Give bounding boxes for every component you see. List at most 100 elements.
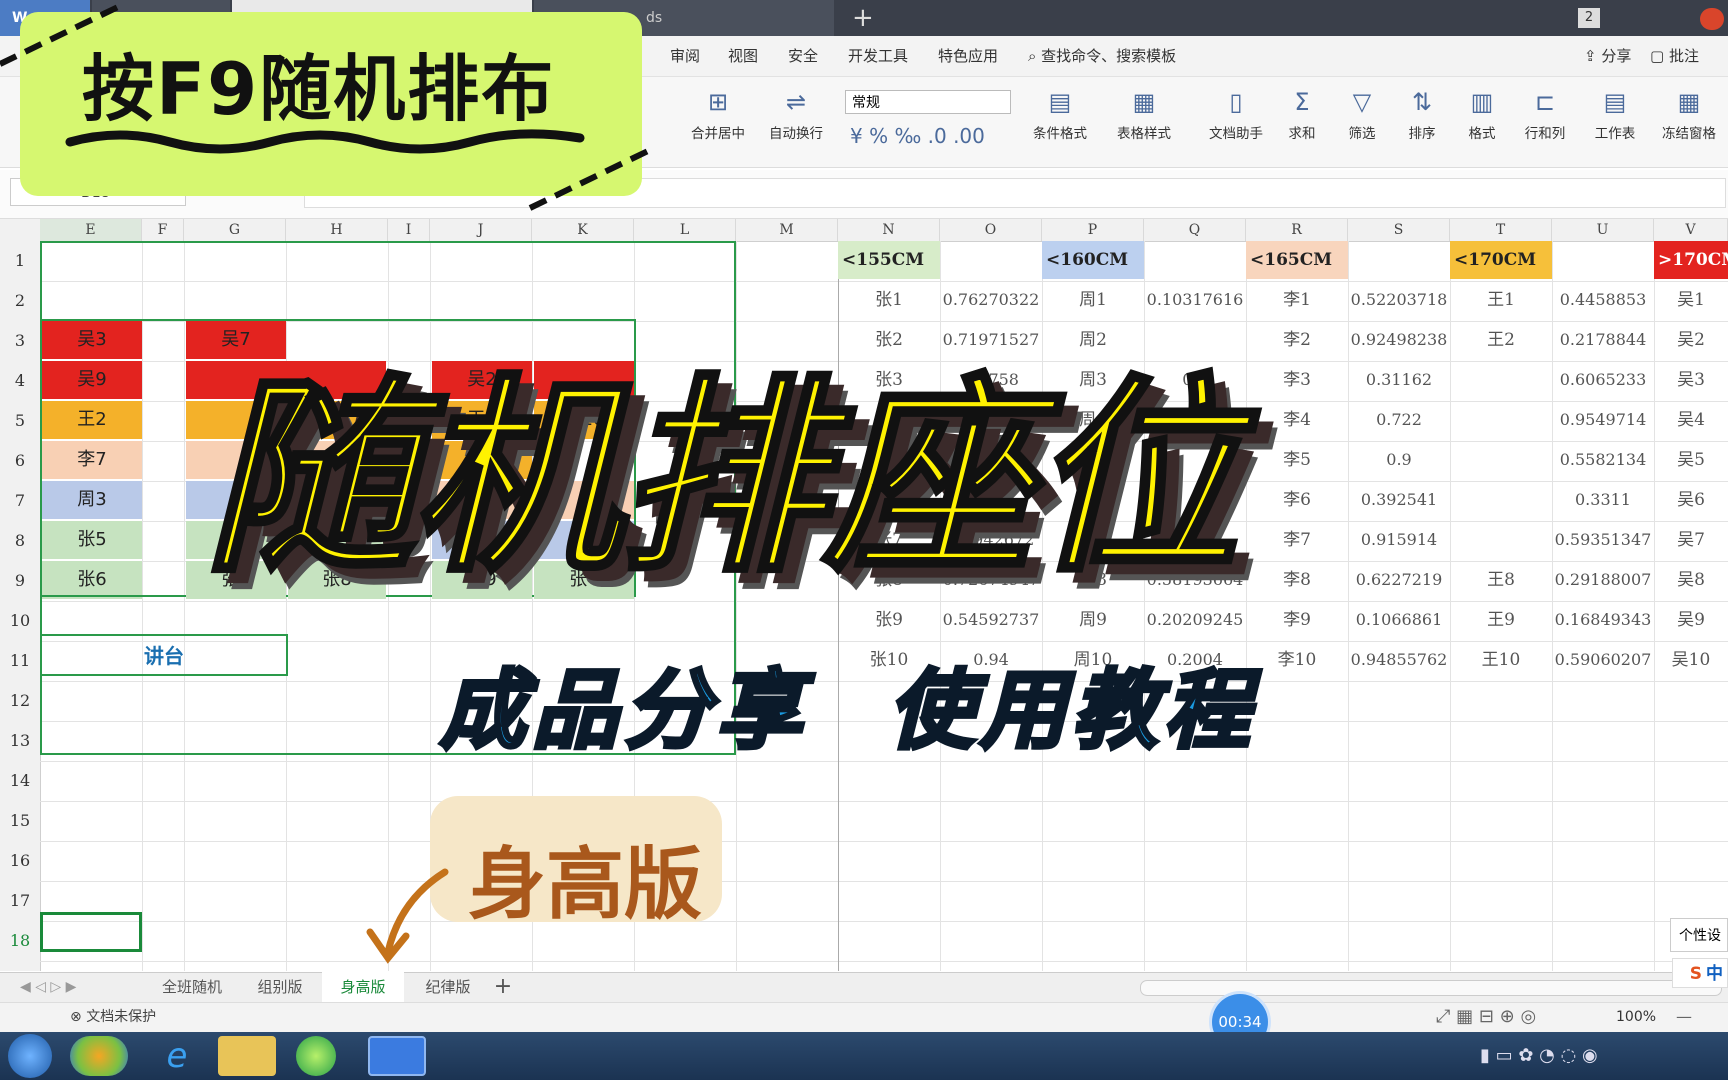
col-header-P[interactable]: P [1042,219,1144,241]
worksheet-button[interactable]: ▤ 工作表 [1580,88,1650,142]
table-cell[interactable]: 0.16849343 [1552,601,1654,639]
height-header[interactable]: <170CM [1450,241,1552,279]
zoom-level[interactable]: 100% [1616,1002,1656,1032]
col-header-L[interactable]: L [634,219,736,241]
table-cell[interactable]: 李5 [1246,441,1348,479]
table-cell[interactable]: 李2 [1246,321,1348,359]
row-header[interactable]: 12 [0,681,40,721]
col-header-F[interactable]: F [142,219,184,241]
table-cell[interactable]: 李4 [1246,401,1348,439]
currency-percent-icons[interactable]: ¥ % ‰ .0 .00 [850,124,985,148]
row-header[interactable]: 9 [0,561,40,601]
col-header-M[interactable]: M [736,219,838,241]
row-header[interactable]: 5 [0,401,40,441]
table-cell[interactable]: 吴3 [1654,361,1728,399]
seat-cell[interactable]: 李7 [42,441,142,479]
table-cell[interactable]: 李6 [1246,481,1348,519]
row-header[interactable]: 16 [0,841,40,881]
seat-cell[interactable]: 吴3 [42,321,142,359]
table-cell[interactable]: 吴7 [1654,521,1728,559]
protect-status[interactable]: ⊗ 文档未保护 [70,1002,156,1032]
table-cell[interactable]: 0.722 [1348,401,1450,439]
number-format-select[interactable]: 常规 [845,90,1011,114]
table-cell[interactable]: 0.59060207 [1552,641,1654,679]
table-cell[interactable]: 0.6065233 [1552,361,1654,399]
table-cell[interactable]: 吴10 [1654,641,1728,679]
selected-cell[interactable] [40,912,142,952]
row-header[interactable]: 8 [0,521,40,561]
row-header[interactable]: 14 [0,761,40,801]
doc-helper-button[interactable]: ▯ 文档助手 [1198,88,1274,142]
sum-button[interactable]: Σ 求和 [1272,88,1332,142]
table-cell[interactable]: 0.31162 [1348,361,1450,399]
tab-nav-arrows[interactable]: ◀ ◁ ▷ ▶ [20,972,76,1002]
row-header[interactable]: 11 [0,641,40,681]
col-header-R[interactable]: R [1246,219,1348,241]
zoom-out-icon[interactable]: — [1676,1002,1692,1032]
col-header-S[interactable]: S [1348,219,1450,241]
user-avatar[interactable] [1700,8,1724,30]
filter-button[interactable]: ▽ 筛选 [1332,88,1392,142]
table-cell[interactable]: 李3 [1246,361,1348,399]
table-cell[interactable]: 李10 [1246,641,1348,679]
table-cell[interactable]: 0.59351347 [1552,521,1654,559]
podium-cell[interactable]: 讲台 [40,634,288,676]
table-cell[interactable]: 0.29188007 [1552,561,1654,599]
table-cell[interactable]: 0.4458853 [1552,281,1654,319]
row-header[interactable]: 15 [0,801,40,841]
table-cell[interactable]: 0.6227219 [1348,561,1450,599]
table-cell[interactable]: 吴1 [1654,281,1728,319]
table-cell[interactable]: 李1 [1246,281,1348,319]
table-cell[interactable]: 0.3311 [1552,481,1654,519]
row-header-selected[interactable]: 18 [0,921,40,961]
col-header-E[interactable]: E [40,219,142,241]
row-header[interactable]: 2 [0,281,40,321]
seat-cell[interactable]: 张6 [42,561,142,599]
table-cell[interactable]: 王2 [1450,321,1552,359]
row-header[interactable]: 10 [0,601,40,641]
sheet-tab[interactable]: 组别版 [240,972,320,1002]
horizontal-scrollbar[interactable] [1140,980,1722,996]
col-header-U[interactable]: U [1552,219,1654,241]
table-cell[interactable]: 0.52203718 [1348,281,1450,319]
table-cell[interactable]: 李9 [1246,601,1348,639]
table-cell[interactable]: 李8 [1246,561,1348,599]
seat-cell[interactable]: 周3 [42,481,142,519]
wps-taskbar-icon[interactable] [368,1036,426,1076]
col-header-O[interactable]: O [940,219,1042,241]
row-header[interactable]: 4 [0,361,40,401]
col-header-K[interactable]: K [532,219,634,241]
folder-icon[interactable] [218,1036,276,1076]
col-header-T[interactable]: T [1450,219,1552,241]
row-header[interactable]: 13 [0,721,40,761]
table-cell[interactable]: 0.392541 [1348,481,1450,519]
col-header-Q[interactable]: Q [1144,219,1246,241]
table-cell[interactable]: 吴5 [1654,441,1728,479]
row-header[interactable]: 7 [0,481,40,521]
ie-icon[interactable]: e [148,1036,206,1076]
view-mode-icons[interactable]: ⤢ ▦ ⊟ ⊕ ◎ [1436,1002,1536,1032]
menu-security[interactable]: 安全 [788,36,818,76]
height-header[interactable]: <155CM [838,241,940,279]
table-cell[interactable]: 李7 [1246,521,1348,559]
table-cell[interactable]: 吴8 [1654,561,1728,599]
col-header-V[interactable]: V [1654,219,1728,241]
table-cell[interactable]: 0.9 [1348,441,1450,479]
table-cell[interactable]: 吴6 [1654,481,1728,519]
col-header-J[interactable]: J [430,219,532,241]
search-command[interactable]: ⌕ 查找命令、搜索模板 [1028,36,1176,76]
table-cell[interactable]: 吴9 [1654,601,1728,639]
wrap-text-button[interactable]: ⇌ 自动换行 [758,88,834,142]
height-header[interactable]: >170CM [1654,241,1728,279]
browser-icon[interactable] [296,1036,336,1076]
row-header[interactable]: 17 [0,881,40,921]
table-cell[interactable]: 吴4 [1654,401,1728,439]
freeze-panes-button[interactable]: ▦ 冻结窗格 [1650,88,1728,142]
sort-button[interactable]: ⇅ 排序 [1392,88,1452,142]
table-cell[interactable]: 王8 [1450,561,1552,599]
table-cell[interactable]: 0.1066861 [1348,601,1450,639]
share-button[interactable]: ⇪ 分享 [1584,36,1631,76]
table-cell[interactable]: 王10 [1450,641,1552,679]
table-cell[interactable]: 0.5582134 [1552,441,1654,479]
comment-button[interactable]: ▢ 批注 [1650,36,1699,76]
